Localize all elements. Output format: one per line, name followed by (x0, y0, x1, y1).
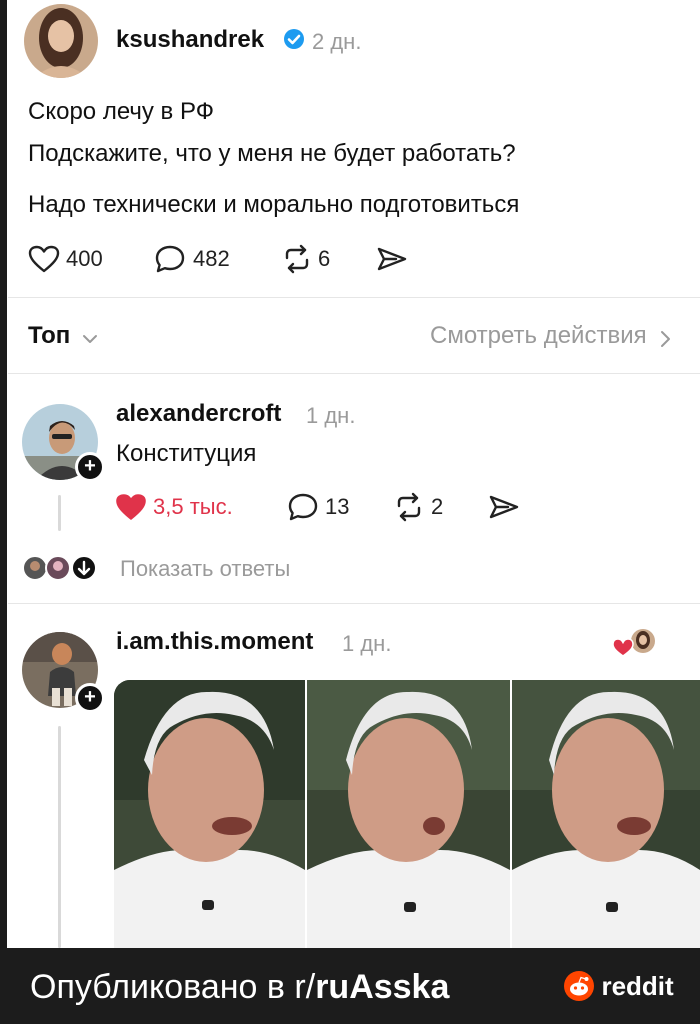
published-prefix: Опубликовано в r/ (30, 968, 316, 1006)
reddit-wordmark: reddit (601, 970, 674, 1001)
left-edge-bar (0, 0, 7, 948)
reply-username[interactable]: i.am.this.moment (116, 628, 313, 656)
published-in-text: Опубликовано в r/ruAsska (30, 968, 449, 1007)
author-username[interactable]: ksushandrek (116, 26, 264, 54)
comment-bubble-icon[interactable] (154, 244, 186, 279)
thread-line (58, 495, 61, 531)
verified-badge-icon (283, 28, 305, 55)
comment-bubble-icon[interactable] (287, 492, 319, 527)
post-repost-count: 6 (318, 246, 331, 271)
post-like-count: 400 (66, 246, 103, 271)
post-comment-count: 482 (193, 246, 230, 271)
follow-plus-button[interactable]: + (75, 683, 105, 713)
thread-line (58, 726, 61, 948)
chevron-down-icon (82, 334, 97, 343)
reddit-footer: Опубликовано в r/ruAsska reddit (0, 948, 700, 1024)
reddit-logo: reddit (563, 970, 674, 1002)
view-activity-link[interactable]: Смотреть действия (430, 322, 673, 350)
show-replies-link[interactable]: Показать ответы (120, 556, 290, 582)
subreddit-name[interactable]: ruAsska (315, 968, 449, 1006)
divider (8, 373, 700, 374)
like-heart-icon[interactable] (28, 245, 60, 278)
post-text-line-3: Надо технически и морально подготовиться (28, 191, 520, 218)
follow-plus-button[interactable]: + (75, 452, 105, 482)
reply-like-count: 3,5 тыс. (153, 494, 233, 519)
reply-text: Конституция (116, 440, 257, 467)
sort-dropdown[interactable]: Топ (28, 322, 99, 350)
reply-repost-count: 2 (431, 494, 444, 519)
liked-by-author-indicator (612, 628, 658, 658)
divider (8, 603, 700, 604)
replier-avatars-stack[interactable] (22, 554, 102, 582)
reply-time: 1 дн. (342, 631, 392, 656)
post-text-line-1: Скоро лечу в РФ (28, 98, 214, 125)
chevron-right-icon (661, 330, 671, 347)
share-send-icon[interactable] (376, 246, 408, 277)
divider (8, 297, 700, 298)
reddit-snoo-icon (564, 971, 594, 1001)
post-text-line-2: Подскажите, что у меня не будет работать… (28, 140, 516, 167)
like-heart-filled-icon[interactable] (115, 493, 147, 526)
post-time: 2 дн. (312, 29, 362, 54)
sort-label: Топ (28, 322, 71, 349)
reply-comment-count: 13 (325, 494, 350, 519)
share-send-icon[interactable] (488, 494, 520, 525)
view-activity-label: Смотреть действия (430, 322, 647, 349)
reply-username[interactable]: alexandercroft (116, 400, 281, 428)
repost-icon[interactable] (281, 244, 313, 279)
reply-image[interactable] (114, 680, 700, 948)
reply-time: 1 дн. (306, 403, 356, 428)
author-avatar[interactable] (24, 4, 98, 78)
repost-icon[interactable] (393, 492, 425, 527)
